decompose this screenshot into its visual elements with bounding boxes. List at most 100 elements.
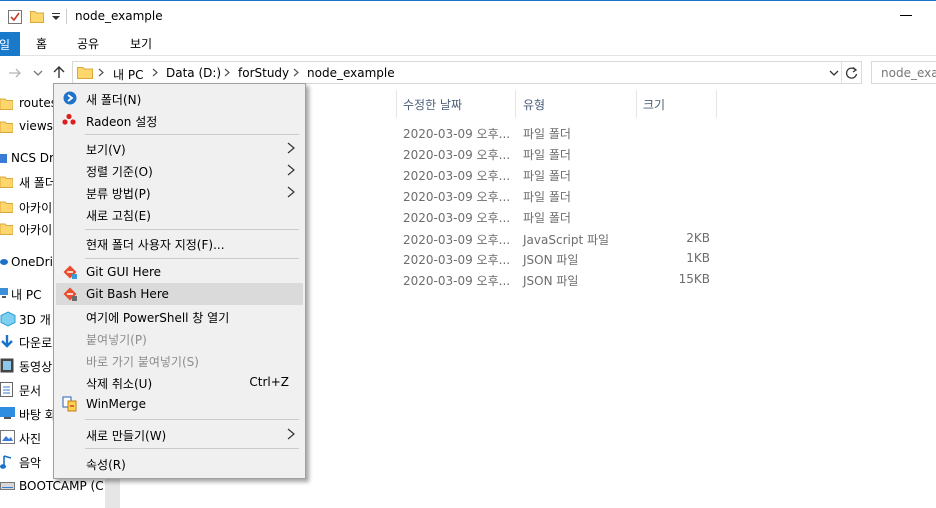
- crumb-data-drive[interactable]: Data (D:): [166, 66, 221, 80]
- nav-item-onedrive[interactable]: OneDriv: [0, 252, 60, 274]
- nav-item-new-folder[interactable]: 새 폴더: [0, 171, 60, 193]
- row-4-type[interactable]: 파일 폴더: [523, 188, 571, 205]
- search-input[interactable]: node_exam: [871, 61, 936, 84]
- refresh-icon[interactable]: [845, 66, 858, 79]
- git-gui-icon: [63, 265, 77, 279]
- column-separator: [396, 90, 397, 118]
- new-folder-icon[interactable]: [30, 9, 44, 23]
- menu-item-git-bash[interactable]: Git Bash Here: [56, 283, 303, 305]
- nav-item-archive-1[interactable]: 아카이: [0, 196, 60, 218]
- nav-item-archive-2[interactable]: 아카이: [0, 218, 60, 240]
- picture-icon: [0, 430, 15, 444]
- nav-item-ncs-drive[interactable]: NCS Dr: [0, 148, 60, 170]
- row-6-size[interactable]: 2KB: [660, 231, 710, 245]
- winmerge-icon: [62, 396, 77, 412]
- menu-item-new-folder[interactable]: 새 폴더(N): [56, 87, 303, 109]
- menu-item-paste[interactable]: 붙여넣기(P): [56, 327, 303, 349]
- menu-item-undo-delete[interactable]: 삭제 취소(U) Ctrl+Z: [56, 371, 303, 393]
- menu-separator: [85, 134, 299, 135]
- menu-label: 보기(V): [86, 143, 126, 157]
- address-dropdown-icon[interactable]: [829, 69, 839, 77]
- row-8-type[interactable]: JSON 파일: [523, 272, 578, 289]
- nav-item-downloads[interactable]: 다운로: [0, 331, 60, 353]
- music-icon: [0, 455, 12, 469]
- tab-view[interactable]: 보기: [130, 35, 152, 52]
- cloud-icon: [0, 259, 8, 265]
- menu-item-radeon-settings[interactable]: Radeon 설정: [56, 109, 303, 131]
- row-6-type[interactable]: JavaScript 파일: [523, 231, 609, 248]
- menu-item-sort-by[interactable]: 정렬 기준(O): [56, 159, 303, 181]
- nav-item-pictures[interactable]: 사진: [0, 427, 60, 449]
- row-2-type[interactable]: 파일 폴더: [523, 146, 571, 163]
- nav-item-this-pc[interactable]: 내 PC: [0, 283, 60, 305]
- column-header-type[interactable]: 유형: [523, 96, 545, 118]
- 3d-objects-icon: [0, 311, 16, 327]
- tab-home[interactable]: 홈: [36, 35, 47, 52]
- chevron-right-icon[interactable]: [152, 68, 158, 77]
- tab-file[interactable]: 일: [0, 32, 20, 56]
- properties-icon[interactable]: [8, 8, 22, 24]
- menu-item-view[interactable]: 보기(V): [56, 137, 303, 159]
- chevron-right-icon[interactable]: [224, 68, 230, 77]
- menu-item-new[interactable]: 새로 만들기(W): [56, 423, 303, 445]
- nav-item-videos[interactable]: 동영상: [0, 355, 60, 377]
- column-separator: [716, 90, 717, 118]
- menu-label: 새로 만들기(W): [86, 429, 167, 443]
- nav-item-views[interactable]: views: [0, 116, 60, 138]
- chevron-right-icon[interactable]: [293, 68, 299, 77]
- row-6-date[interactable]: 2020-03-09 오후...: [403, 231, 510, 248]
- network-drive-icon: [0, 154, 7, 163]
- row-4-date[interactable]: 2020-03-09 오후...: [403, 188, 510, 205]
- forward-arrow-icon[interactable]: [8, 67, 22, 79]
- menu-item-winmerge[interactable]: WinMerge: [56, 393, 303, 415]
- nav-label: 동영상: [19, 360, 53, 374]
- row-7-size[interactable]: 1KB: [660, 251, 710, 265]
- row-5-date[interactable]: 2020-03-09 오후...: [403, 209, 510, 226]
- nav-item-3d-objects[interactable]: 3D 개: [0, 308, 60, 330]
- crumb-node-example[interactable]: node_example: [307, 66, 395, 80]
- column-header-date[interactable]: 수정한 날짜: [403, 96, 462, 118]
- nav-label: routes: [19, 96, 57, 110]
- tab-share[interactable]: 공유: [77, 35, 99, 52]
- row-5-type[interactable]: 파일 폴더: [523, 209, 571, 226]
- row-1-date[interactable]: 2020-03-09 오후...: [403, 125, 510, 142]
- nav-item-music[interactable]: 음악: [0, 451, 60, 473]
- menu-item-open-powershell[interactable]: 여기에 PowerShell 창 열기: [56, 305, 303, 327]
- chevron-right-icon[interactable]: [98, 68, 104, 77]
- menu-label: Git Bash Here: [86, 287, 169, 301]
- up-arrow-icon[interactable]: [52, 65, 66, 79]
- nav-item-documents[interactable]: 문서: [0, 379, 60, 401]
- customize-dropdown-icon[interactable]: [51, 13, 61, 21]
- row-3-date[interactable]: 2020-03-09 오후...: [403, 167, 510, 184]
- window-title: node_example: [75, 9, 163, 23]
- menu-item-properties[interactable]: 속성(R): [56, 452, 303, 474]
- crumb-forstudy[interactable]: forStudy: [238, 66, 289, 80]
- recent-locations-icon[interactable]: [33, 69, 43, 77]
- menu-item-group-by[interactable]: 분류 방법(P): [56, 181, 303, 203]
- nav-item-routes[interactable]: routes: [0, 93, 60, 115]
- menu-item-customize-folder[interactable]: 현재 폴더 사용자 지정(F)...: [56, 232, 303, 254]
- nav-label: 아카이: [19, 201, 53, 215]
- row-8-size[interactable]: 15KB: [660, 272, 710, 286]
- minimize-button[interactable]: [900, 15, 912, 16]
- submenu-arrow-icon: [287, 428, 295, 440]
- folder-icon: [0, 201, 13, 213]
- submenu-arrow-icon: [287, 164, 295, 176]
- nav-item-bootcamp[interactable]: BOOTCAMP (C:: [0, 476, 104, 498]
- nav-scrollbar[interactable]: [105, 478, 120, 508]
- nav-item-desktop[interactable]: 바탕 화: [0, 403, 60, 425]
- crumb-this-pc[interactable]: 내 PC: [113, 66, 143, 83]
- nav-label: 바탕 화: [19, 408, 56, 422]
- row-1-type[interactable]: 파일 폴더: [523, 125, 571, 142]
- menu-item-git-gui[interactable]: Git GUI Here: [56, 261, 303, 283]
- row-8-date[interactable]: 2020-03-09 오후...: [403, 272, 510, 289]
- menu-item-paste-shortcut[interactable]: 바로 가기 붙여넣기(S): [56, 349, 303, 371]
- menu-label: WinMerge: [86, 397, 146, 411]
- row-7-date[interactable]: 2020-03-09 오후...: [403, 251, 510, 268]
- row-2-date[interactable]: 2020-03-09 오후...: [403, 146, 510, 163]
- new-folder-plus-icon: [63, 91, 77, 105]
- row-3-type[interactable]: 파일 폴더: [523, 167, 571, 184]
- column-header-size[interactable]: 크기: [643, 96, 665, 118]
- menu-item-refresh[interactable]: 새로 고침(E): [56, 203, 303, 225]
- row-7-type[interactable]: JSON 파일: [523, 251, 578, 268]
